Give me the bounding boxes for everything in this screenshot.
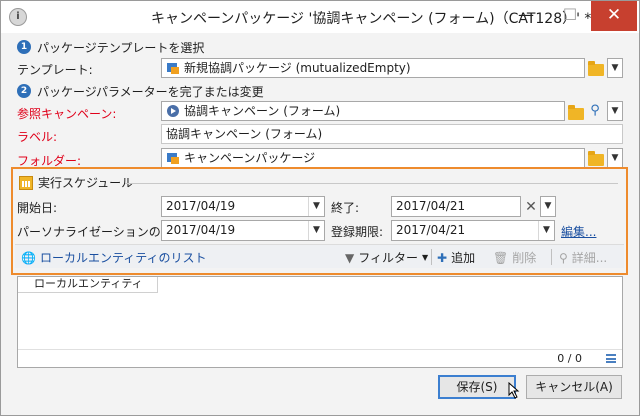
- ref-campaign-dropdown-button[interactable]: ▼: [607, 101, 623, 121]
- reg-deadline-value: 2017/04/21: [396, 223, 466, 237]
- trash-icon: 🗑: [493, 250, 509, 265]
- step-2: 2 パッケージパラメーターを完了または変更: [17, 83, 264, 99]
- start-date-field[interactable]: 2017/04/19 ▼: [161, 196, 325, 217]
- end-date-label: 終了:: [331, 201, 360, 215]
- details-label: 詳細...: [571, 251, 608, 265]
- folder-value: キャンペーンパッケージ: [184, 151, 316, 165]
- end-date-field[interactable]: 2017/04/21: [391, 196, 521, 217]
- search-icon[interactable]: ⚲: [587, 103, 603, 119]
- save-button[interactable]: 保存(S): [438, 375, 516, 399]
- title-bar: i キャンペーンパッケージ '協調キャンペーン (フォーム)（CAT128）' …: [1, 1, 639, 33]
- perso-deadline-value: 2017/04/19: [166, 223, 236, 237]
- start-date-label: 開始日:: [17, 201, 58, 215]
- ref-campaign-field[interactable]: 協調キャンペーン (フォーム): [161, 101, 565, 121]
- package-dialog: i キャンペーンパッケージ '協調キャンペーン (フォーム)（CAT128）' …: [0, 0, 640, 416]
- folder-icon[interactable]: [588, 151, 604, 166]
- campaign-icon: [167, 105, 179, 117]
- filter-label: フィルター: [358, 251, 418, 265]
- filter-button[interactable]: ▼ フィルター ▼: [345, 249, 432, 266]
- label-label: ラベル:: [17, 130, 58, 144]
- search-icon: ⚲: [559, 250, 568, 265]
- template-field[interactable]: 新規協調パッケージ (mutualizedEmpty): [161, 58, 585, 78]
- schedule-header: 実行スケジュール: [19, 174, 133, 191]
- template-dropdown-button[interactable]: ▼: [607, 58, 623, 78]
- ref-campaign-value: 協調キャンペーン (フォーム): [184, 104, 341, 118]
- clear-icon[interactable]: ✕: [523, 199, 539, 215]
- folder-icon[interactable]: [588, 61, 604, 76]
- divider: [125, 183, 618, 184]
- details-button[interactable]: ⚲ 詳細...: [559, 249, 607, 266]
- start-date-value: 2017/04/19: [166, 199, 236, 213]
- separator: [551, 249, 552, 265]
- menu-icon[interactable]: [606, 354, 616, 363]
- folder-dropdown-button[interactable]: ▼: [607, 148, 623, 168]
- ref-campaign-label: 参照キャンペーン:: [17, 107, 117, 121]
- local-entity-list-label: ローカルエンティティのリスト: [39, 251, 207, 265]
- package-folder-icon: [167, 153, 179, 164]
- add-icon: ✚: [437, 250, 448, 265]
- step-number-icon: 1: [17, 40, 31, 54]
- maximize-button[interactable]: ☐: [547, 1, 593, 31]
- delete-label: 削除: [512, 251, 537, 265]
- chevron-down-icon[interactable]: ▼: [538, 221, 554, 240]
- label-input[interactable]: 協調キャンペーン (フォーム): [161, 124, 623, 144]
- chevron-down-icon: ▼: [422, 253, 429, 262]
- local-entity-toolbar: 🌐 ローカルエンティティのリスト ▼ フィルター ▼ ✚ 追加 🗑 削除 ⚲ 詳…: [15, 244, 624, 268]
- add-button[interactable]: ✚ 追加: [437, 249, 475, 266]
- cancel-button[interactable]: キャンセル(A): [526, 375, 622, 399]
- close-button[interactable]: ✕: [591, 1, 637, 31]
- edit-link[interactable]: 編集...: [561, 223, 596, 240]
- delete-button[interactable]: 🗑 削除: [493, 249, 536, 266]
- reg-deadline-field[interactable]: 2017/04/21 ▼: [391, 220, 555, 241]
- list-status-bar: 0 / 0: [18, 349, 622, 367]
- template-value: 新規協調パッケージ (mutualizedEmpty): [184, 61, 411, 75]
- reg-deadline-label: 登録期限:: [331, 225, 384, 239]
- step-2-label: パッケージパラメーターを完了または変更: [37, 84, 264, 99]
- chevron-down-icon[interactable]: ▼: [308, 197, 324, 216]
- template-label: テンプレート:: [17, 63, 93, 77]
- end-date-dropdown-button[interactable]: ▼: [540, 196, 556, 217]
- window-title: キャンペーンパッケージ '協調キャンペーン (フォーム)（CAT128）' *: [151, 11, 592, 27]
- mouse-cursor-icon: [508, 382, 520, 399]
- local-entity-list[interactable]: ローカルエンティティ 0 / 0: [17, 276, 623, 368]
- separator: [431, 249, 432, 265]
- step-number-icon: 2: [17, 84, 31, 98]
- chevron-down-icon[interactable]: ▼: [308, 221, 324, 240]
- local-entity-list-button[interactable]: 🌐 ローカルエンティティのリスト: [21, 249, 207, 266]
- end-date-value: 2017/04/21: [396, 199, 466, 213]
- schedule-heading: 実行スケジュール: [38, 176, 134, 190]
- filter-icon: ▼: [345, 250, 355, 265]
- package-icon: [167, 63, 179, 74]
- folder-icon[interactable]: [568, 105, 584, 120]
- add-label: 追加: [451, 251, 476, 265]
- label-value: 協調キャンペーン (フォーム): [166, 127, 323, 141]
- column-header[interactable]: ローカルエンティティ: [18, 277, 158, 293]
- step-1-label: パッケージテンプレートを選択: [37, 40, 205, 55]
- folder-field[interactable]: キャンペーンパッケージ: [161, 148, 585, 168]
- record-count: 0 / 0: [557, 352, 582, 365]
- perso-deadline-field[interactable]: 2017/04/19 ▼: [161, 220, 325, 241]
- minimize-button[interactable]: —: [503, 1, 549, 31]
- globe-icon: 🌐: [21, 250, 36, 265]
- execution-schedule: 実行スケジュール 開始日: 2017/04/19 ▼ 終了: 2017/04/2…: [11, 167, 628, 275]
- step-1: 1 パッケージテンプレートを選択: [17, 39, 204, 55]
- calendar-icon: [19, 175, 33, 190]
